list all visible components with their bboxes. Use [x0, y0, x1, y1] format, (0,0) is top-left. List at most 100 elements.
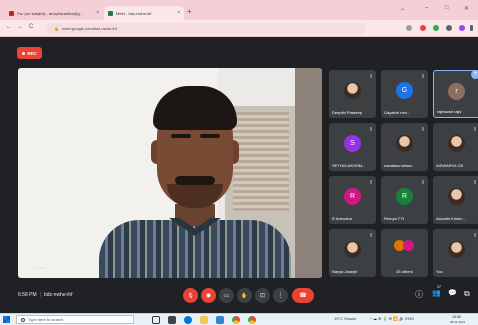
participant-name: Aswathi Krishn... [436, 216, 466, 221]
chrome-profile-icon[interactable] [248, 316, 256, 324]
participant-avatar: r [448, 83, 465, 100]
mic-muted-icon: ⁑ [474, 180, 476, 185]
system-tray-icons[interactable]: ^ ☁ ⊕ 🔋 ✉ 📶 🔊 ENG [370, 316, 414, 321]
participant-tile[interactable]: r⁑+rajeswari rajiv [433, 70, 478, 118]
taskbar-time[interactable]: 18:58 [452, 315, 461, 319]
windows-taskbar: Type here to search 19°C Smoke ^ ☁ ⊕ 🔋 ✉… [0, 313, 478, 325]
tab-close-icon[interactable]: × [177, 10, 180, 16]
activities-icon[interactable]: ⧉ [464, 289, 470, 299]
more-vert-icon: ⋮ [277, 293, 284, 299]
mic-muted-icon: ⁑ [422, 127, 424, 132]
participant-tile[interactable]: ⁑ Deepthi Pradeep [329, 70, 376, 118]
edge-browser-icon[interactable] [184, 316, 192, 324]
address-bar[interactable]: 🔒 meet.google.com/bdz-nwhe-ihf [46, 23, 366, 34]
bookmark-star-icon[interactable] [406, 25, 412, 31]
raise-hand-button[interactable]: ✋ [237, 288, 252, 303]
forward-arrow-icon[interactable]: → [17, 24, 23, 30]
mic-muted-icon: ⁑ [370, 233, 372, 238]
browser-tab-gmail[interactable]: Fw: (no subject) - anupharastha@g... × [5, 6, 103, 20]
participant-avatar: G [396, 82, 413, 99]
meet-favicon-icon [108, 10, 113, 16]
camera-toggle-button[interactable]: ◉ [201, 288, 216, 303]
participant-name: rajeswari rajiv [437, 109, 462, 114]
taskbar-date[interactable]: 08-11-2021 [450, 320, 465, 324]
camera-off-icon: ◉ [205, 293, 212, 299]
people-icon[interactable]: 👥 [432, 289, 441, 297]
store-icon[interactable] [216, 316, 224, 324]
participant-avatar [448, 241, 465, 258]
chat-icon[interactable]: 💬 [448, 289, 457, 297]
participant-tile[interactable]: G ⁑ Gayathri mm... [381, 70, 428, 118]
participant-name: 25 others [396, 269, 413, 274]
weather-widget[interactable]: 19°C Smoke [334, 316, 357, 321]
close-window-button[interactable]: ✕ [464, 5, 469, 12]
speaker-figure [93, 86, 293, 278]
lock-icon: 🔒 [54, 26, 59, 31]
meeting-details: 6:58 PM | bdz-nwhe-ihf [18, 292, 73, 298]
rec-label: REC [27, 50, 37, 56]
file-explorer-icon[interactable] [200, 316, 208, 324]
participant-tile[interactable]: ⁑ Aswathi Krishn... [433, 176, 478, 224]
present-now-button[interactable]: ⊡ [255, 288, 270, 303]
participant-tile[interactable]: ⁑ You [433, 229, 478, 277]
mic-muted-icon: ⁑ [422, 180, 424, 185]
reload-icon[interactable]: C [29, 24, 33, 30]
minimize-button[interactable]: – [425, 5, 428, 11]
record-dot-icon [22, 51, 26, 55]
widgets-icon[interactable] [168, 316, 176, 324]
tab-search-icon[interactable]: ⌄ [400, 5, 405, 12]
tab-close-icon[interactable]: × [96, 10, 99, 16]
back-arrow-icon[interactable]: ← [6, 24, 12, 30]
present-screen-icon: ⊡ [259, 293, 266, 299]
mic-muted-icon: ⁑ [370, 127, 372, 132]
participant-tile[interactable]: 25 others [381, 229, 428, 277]
participant-avatar [448, 135, 465, 152]
raise-hand-icon: ✋ [241, 292, 248, 299]
participant-name: Navya Joseph [332, 269, 358, 274]
meeting-time: 6:58 PM [18, 292, 37, 298]
captions-icon: CC [223, 293, 230, 298]
participant-name: You [436, 269, 443, 274]
mic-muted-icon: ⁑ [422, 74, 424, 79]
pin-icon[interactable]: + [471, 71, 478, 79]
taskbar-search-box[interactable]: Type here to search [16, 315, 134, 324]
extensions-puzzle-icon[interactable] [446, 25, 452, 31]
windows-start-icon[interactable] [3, 316, 10, 323]
task-view-icon[interactable] [152, 316, 160, 324]
participant-name: AISWARYA CN [436, 163, 464, 168]
extension-icon[interactable] [433, 25, 439, 31]
meeting-info-icon[interactable]: ⓘ [415, 289, 423, 300]
participant-tile[interactable]: ⁑ Navya Joseph [329, 229, 376, 277]
participant-tile[interactable]: S ⁑ SETHULAKSHM... [329, 123, 376, 171]
mic-toggle-button[interactable]: 🎙 [183, 288, 198, 303]
browser-menu-icon[interactable] [470, 25, 473, 31]
gmail-favicon-icon [9, 10, 14, 16]
participant-tile[interactable]: R ⁑ R Anirudha [329, 176, 376, 224]
more-options-button[interactable]: ⋮ [273, 288, 288, 303]
chrome-icon[interactable] [232, 316, 240, 324]
participant-avatar [403, 240, 414, 251]
meet-stage: REC Sorath ⁑ Deepthi Pradeep G ⁑ Gayathri mm… [0, 37, 478, 313]
people-count-badge: 37 [437, 285, 441, 289]
participant-tile[interactable]: ⁑ AISWARYA CN [433, 123, 478, 171]
browser-tab-meet[interactable]: Meet - bdz-nwhe-ihf × [104, 6, 184, 20]
separator: | [39, 292, 41, 298]
participant-name: nandana nelson [384, 163, 413, 168]
profile-avatar[interactable] [459, 25, 465, 31]
new-tab-button[interactable]: + [187, 7, 192, 16]
search-icon [21, 317, 25, 322]
captions-button[interactable]: CC [219, 288, 234, 303]
maximize-button[interactable]: □ [445, 5, 449, 11]
participant-tile[interactable]: R ⁑ Remya T R [381, 176, 428, 224]
main-video-feed[interactable]: Sorath [18, 68, 322, 278]
participant-name: Gayathri mm... [384, 110, 411, 115]
mic-muted-icon: ⁑ [474, 127, 476, 132]
participant-tile[interactable]: ⁑ nandana nelson [381, 123, 428, 171]
url-text: meet.google.com/bdz-nwhe-ihf [61, 26, 117, 31]
participant-avatar [344, 82, 361, 99]
recording-badge: REC [17, 47, 42, 59]
participant-name: Deepthi Pradeep [332, 110, 363, 115]
extension-icon[interactable] [420, 25, 426, 31]
main-video-name: Sorath [34, 265, 46, 270]
leave-call-button[interactable]: ☎ [292, 288, 314, 303]
